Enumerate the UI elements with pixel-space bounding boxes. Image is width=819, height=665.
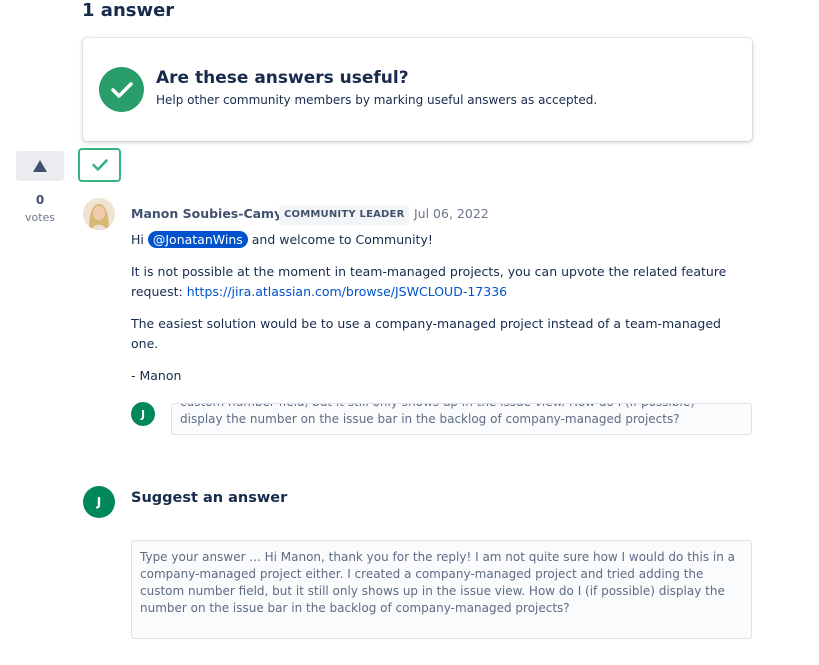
comment-input[interactable]: custom number field, but it still only s…: [171, 403, 752, 435]
community-leader-badge: COMMUNITY LEADER: [279, 205, 410, 225]
answer-textarea-text: Type your answer ... Hi Manon, thank you…: [140, 550, 736, 615]
greeting-prefix: Hi: [131, 232, 144, 247]
answer-textarea[interactable]: Type your answer ... Hi Manon, thank you…: [131, 540, 752, 639]
user-mention[interactable]: @JonatanWins: [147, 231, 248, 248]
useful-card-subtitle: Help other community members by marking …: [156, 93, 598, 107]
upvote-button[interactable]: [16, 151, 64, 181]
useful-answers-card: Are these answers useful? Help other com…: [83, 38, 752, 141]
current-user-avatar[interactable]: J: [83, 486, 115, 518]
answer-paragraph-2: The easiest solution would be to use a c…: [131, 316, 721, 351]
author-name[interactable]: Manon Soubies-Camy: [131, 206, 282, 221]
answer-signoff: - Manon: [131, 368, 182, 383]
feature-request-link[interactable]: https://jira.atlassian.com/browse/JSWCLO…: [187, 284, 507, 299]
greeting-suffix: and welcome to Community!: [251, 232, 433, 247]
answer-paragraph: It is not possible at the moment in team…: [131, 262, 731, 302]
comment-input-text: custom number field, but it still only s…: [180, 404, 695, 426]
vote-label: votes: [24, 211, 56, 224]
commenter-avatar[interactable]: J: [131, 402, 155, 426]
author-avatar[interactable]: [83, 198, 115, 230]
answer-greeting: Hi @JonatanWins and welcome to Community…: [131, 230, 433, 250]
accept-answer-button[interactable]: [78, 148, 121, 182]
triangle-up-icon: [33, 160, 47, 172]
vote-count: 0: [35, 193, 45, 207]
check-circle-icon: [99, 67, 144, 112]
check-icon: [91, 159, 108, 171]
useful-card-title: Are these answers useful?: [156, 68, 409, 88]
answer-date: Jul 06, 2022: [414, 206, 489, 221]
suggest-answer-title: Suggest an answer: [131, 490, 288, 506]
answers-count-heading: 1 answer: [82, 0, 175, 21]
